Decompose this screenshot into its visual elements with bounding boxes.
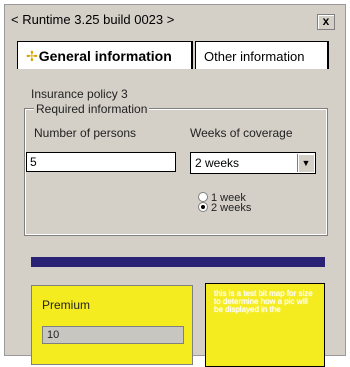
weeks-label: Weeks of coverage — [190, 126, 293, 140]
divider-bar — [31, 257, 325, 267]
window-title: < Runtime 3.25 build 0023 > — [11, 12, 175, 27]
premium-label: Premium — [42, 298, 91, 312]
bitmap-image: this is a test bit map for size to deter… — [205, 283, 325, 367]
group-legend: Required information — [34, 102, 150, 116]
tab-other-information[interactable]: Other information — [195, 41, 329, 69]
weeks-selected-value: 2 weeks — [195, 156, 240, 170]
puzzle-icon: ✢ — [26, 48, 38, 64]
policy-label: Insurance policy 3 — [31, 87, 128, 101]
tab-strip: ✢General information Other information — [13, 41, 337, 71]
radio-checked-icon — [198, 202, 208, 212]
chevron-down-icon[interactable]: ▼ — [297, 154, 314, 172]
required-information-group: Required information Number of persons W… — [24, 102, 328, 236]
radio-icon — [198, 192, 208, 202]
app-window: < Runtime 3.25 build 0023 > x ✢General i… — [4, 4, 346, 367]
radio-2-weeks[interactable]: 2 weeks — [198, 202, 252, 214]
persons-input[interactable]: 5 — [26, 152, 176, 172]
title-bar: < Runtime 3.25 build 0023 > x — [5, 5, 345, 33]
persons-label: Number of persons — [34, 126, 137, 140]
premium-box: Premium 10 — [31, 285, 193, 365]
premium-field: 10 — [42, 326, 184, 344]
radio-label: 2 weeks — [211, 202, 252, 214]
weeks-dropdown[interactable]: 2 weeks ▼ — [190, 152, 316, 174]
general-information-panel: Insurance policy 3 Required information … — [5, 75, 345, 367]
tab-general-information[interactable]: ✢General information — [17, 41, 193, 69]
close-button[interactable]: x — [317, 14, 335, 30]
tab-label: General information — [38, 48, 172, 64]
tab-label: Other information — [204, 49, 305, 64]
